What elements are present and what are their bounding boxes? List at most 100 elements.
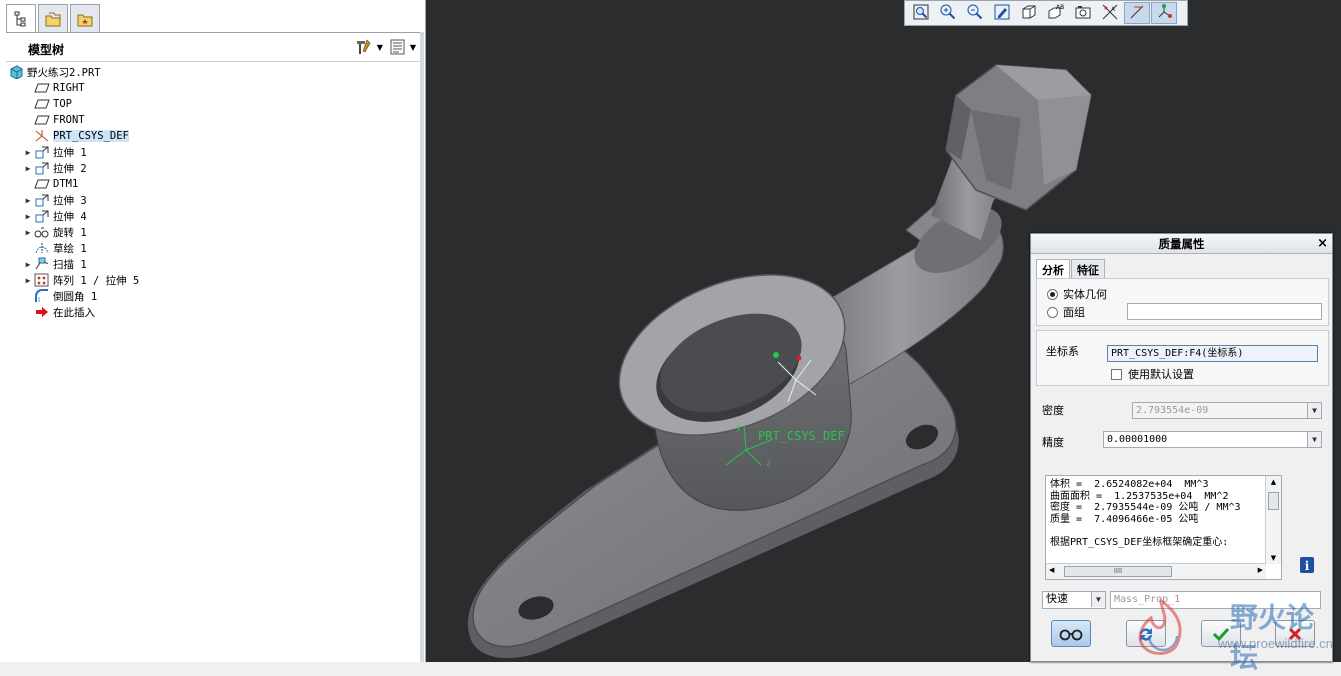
tab-feature[interactable]: 特征 (1071, 259, 1105, 280)
zoom-out-button[interactable] (962, 2, 988, 24)
use-default-checkbox[interactable]: 使用默认设置 (1111, 366, 1194, 382)
tree-item[interactable]: TOP (8, 96, 418, 112)
tree-item[interactable]: 野火练习2.PRT (8, 64, 418, 80)
tree-item[interactable]: RIGHT (8, 80, 418, 96)
expand-arrow-icon[interactable]: ▶ (22, 210, 34, 222)
expand-arrow-icon[interactable]: ▶ (22, 146, 34, 158)
model-tree-tab[interactable] (6, 4, 36, 32)
quilt-field[interactable] (1127, 303, 1322, 320)
expand-arrow-icon[interactable]: ▶ (22, 274, 34, 286)
view-manager-button[interactable] (1070, 2, 1096, 24)
expand-arrow-icon[interactable]: ▶ (22, 162, 34, 174)
annotation-display-button[interactable] (1124, 2, 1150, 24)
tree-settings-button[interactable]: ▼ (354, 38, 383, 56)
csys-group: 坐标系 PRT_CSYS_DEF:F4(坐标系) 使用默认设置 (1036, 330, 1329, 386)
tree-item-label: 在此插入 (53, 306, 95, 319)
navigator-tabs (6, 4, 100, 32)
repaint-button[interactable] (989, 2, 1015, 24)
tree-item[interactable]: ▶ 拉伸 1 (8, 144, 418, 160)
saved-views-button[interactable]: AB (1043, 2, 1069, 24)
csys-display-button[interactable] (1151, 2, 1177, 24)
folder-browser-icon (45, 12, 61, 26)
display-style-button[interactable] (1016, 2, 1042, 24)
chevron-down-icon[interactable]: ▼ (1307, 432, 1321, 447)
tree-item-label: RIGHT (53, 82, 85, 94)
tree-item[interactable]: FRONT (8, 112, 418, 128)
zoom-in-button[interactable] (935, 2, 961, 24)
revolve-icon (34, 225, 50, 239)
info-icon: i (1300, 557, 1314, 573)
radio-quilt-label: 面组 (1063, 306, 1085, 319)
zoom-fit-icon (912, 3, 930, 24)
scroll-up-icon[interactable]: ▲ (1266, 476, 1281, 488)
zoom-fit-button[interactable] (908, 2, 934, 24)
scroll-right-icon[interactable]: ▶ (1258, 566, 1263, 574)
panel-scrollbar[interactable] (420, 32, 424, 662)
scroll-down-icon[interactable]: ▼ (1266, 552, 1281, 564)
csys-axis-label: y (736, 423, 741, 432)
extrude-icon (34, 209, 50, 223)
datum-display-button[interactable]: A (1097, 2, 1123, 24)
scroll-left-icon[interactable]: ◀ (1049, 566, 1054, 574)
tree-item[interactable]: PRT_CSYS_DEF (8, 128, 418, 144)
ok-button[interactable] (1201, 620, 1241, 647)
accuracy-field[interactable]: 0.00001000 ▼ (1103, 431, 1322, 448)
preview-button[interactable] (1051, 620, 1091, 647)
chevron-down-icon: ▼ (376, 42, 383, 52)
tree-item[interactable]: ▶ 扫描 1 (8, 256, 418, 272)
csys-axis-label: z (766, 459, 771, 468)
tree-item[interactable]: ▶ 拉伸 3 (8, 192, 418, 208)
check-icon (1212, 627, 1230, 641)
info-button[interactable]: i (1299, 556, 1315, 574)
tree-item-label: PRT_CSYS_DEF (53, 130, 129, 142)
tree-item-label: 旋转 1 (53, 226, 87, 239)
tab-analysis[interactable]: 分析 (1036, 259, 1070, 280)
results-box[interactable]: 体积 = 2.6524082e+04 MM^3 曲面面积 = 1.2537535… (1045, 475, 1282, 580)
tree-item[interactable]: DTM1 (8, 176, 418, 192)
close-icon[interactable]: × (1317, 234, 1328, 254)
view-manager-icon (1074, 3, 1092, 24)
expand-arrow-icon[interactable]: ▶ (22, 226, 34, 238)
mode-select[interactable]: 快速 ▼ (1042, 591, 1106, 609)
csys-field[interactable]: PRT_CSYS_DEF:F4(坐标系) (1107, 345, 1318, 362)
tree-item[interactable]: 在此插入 (8, 304, 418, 320)
radio-solid-label: 实体几何 (1063, 288, 1107, 301)
tree-item[interactable]: 草绘 1 (8, 240, 418, 256)
dialog-title-bar: 质量属性 × (1031, 234, 1332, 254)
expand-arrow-icon[interactable]: ▶ (22, 194, 34, 206)
datum-display-icon: A (1101, 3, 1119, 24)
cancel-button[interactable] (1275, 620, 1315, 647)
chevron-down-icon: ▼ (1091, 592, 1105, 607)
tree-item[interactable]: 倒圆角 1 (8, 288, 418, 304)
tree-display-button[interactable]: ▼ (389, 38, 416, 56)
svg-text:i: i (1305, 559, 1310, 573)
folder-browser-tab[interactable] (38, 4, 68, 32)
tree-item[interactable]: ▶ 旋转 1 (8, 224, 418, 240)
scroll-thumb[interactable] (1268, 492, 1279, 510)
chevron-down-icon: ▼ (1307, 403, 1321, 418)
density-value: 2.793554e-09 (1136, 405, 1209, 416)
favorites-tab[interactable] (70, 4, 100, 32)
repeat-button[interactable] (1126, 620, 1166, 647)
radio-solid-geometry[interactable]: 实体几何 (1047, 286, 1107, 302)
expand-arrow-icon[interactable]: ▶ (22, 258, 34, 270)
pattern-icon (34, 273, 50, 287)
tree-item-label: 拉伸 4 (53, 210, 87, 223)
zoom-out-icon (966, 3, 984, 24)
results-horizontal-scrollbar[interactable]: ◀ IIII ▶ (1046, 563, 1266, 579)
name-field[interactable]: Mass_Prop_1 (1110, 591, 1321, 609)
tree-item[interactable]: ▶ 阵列 1 / 拉伸 5 (8, 272, 418, 288)
radio-button[interactable] (1047, 289, 1058, 300)
radio-quilt[interactable]: 面组 (1047, 304, 1085, 320)
scroll-grip[interactable]: IIII (1064, 566, 1172, 577)
geometry-group: 实体几何 面组 (1036, 278, 1329, 326)
results-vertical-scrollbar[interactable]: ▲ ▼ (1265, 476, 1281, 564)
dialog-tabs: 分析 特征 (1036, 259, 1106, 280)
tree-item[interactable]: ▶ 拉伸 4 (8, 208, 418, 224)
tree-item[interactable]: ▶ 拉伸 2 (8, 160, 418, 176)
radio-button[interactable] (1047, 307, 1058, 318)
checkbox[interactable] (1111, 369, 1122, 380)
